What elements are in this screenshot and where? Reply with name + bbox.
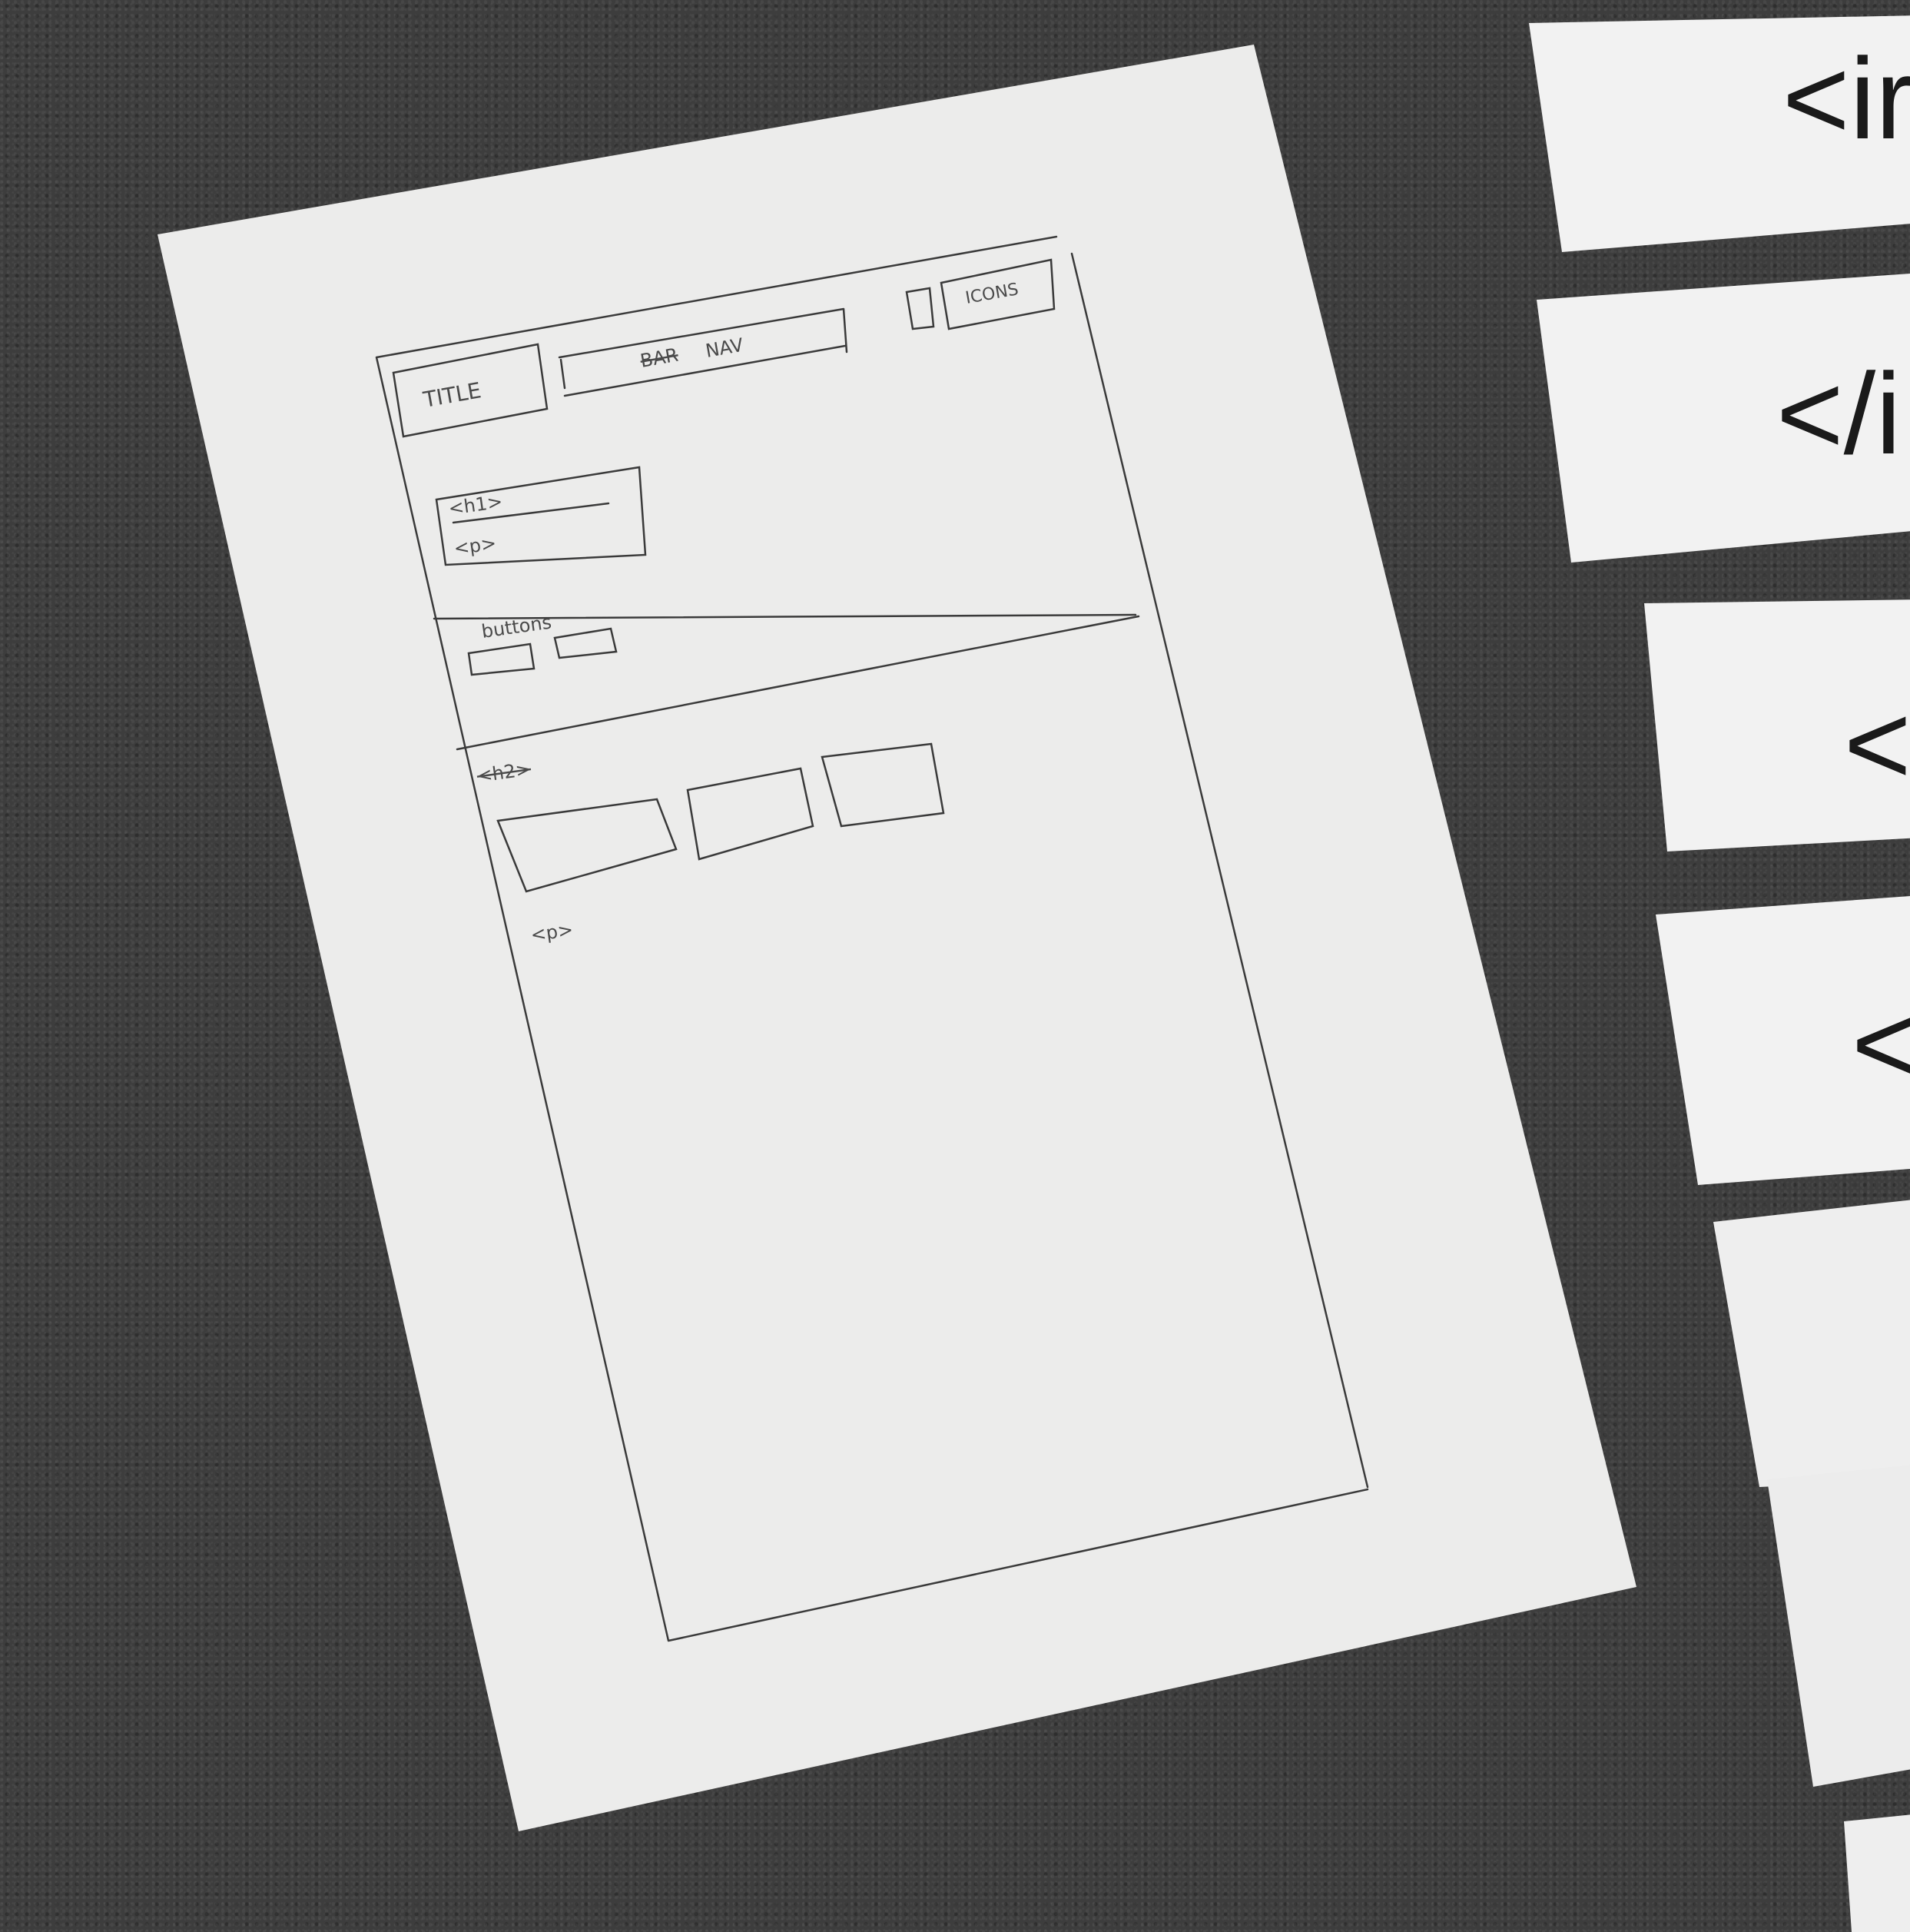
- tag-card: [1844, 1814, 1910, 1932]
- tag-card: <ir: [1529, 15, 1910, 252]
- tag-card: <: [1644, 599, 1910, 851]
- tag-card-text: <ir: [1782, 34, 1910, 163]
- tag-card-text: <: [1844, 679, 1910, 808]
- tag-card: [1713, 1200, 1910, 1487]
- tag-card: </i: [1537, 273, 1910, 563]
- scene: <ir </i < < TITLE BAR NAV ICONS <h1> <p>…: [158, 15, 1910, 1932]
- tag-card: [1767, 1465, 1910, 1787]
- paper-sheet: [158, 45, 1636, 1831]
- tag-cards: <ir </i < <: [1529, 15, 1910, 1932]
- tag-card-text: </i: [1776, 349, 1902, 478]
- tag-card-text: <: [1852, 979, 1910, 1108]
- tag-card: <: [1656, 896, 1910, 1185]
